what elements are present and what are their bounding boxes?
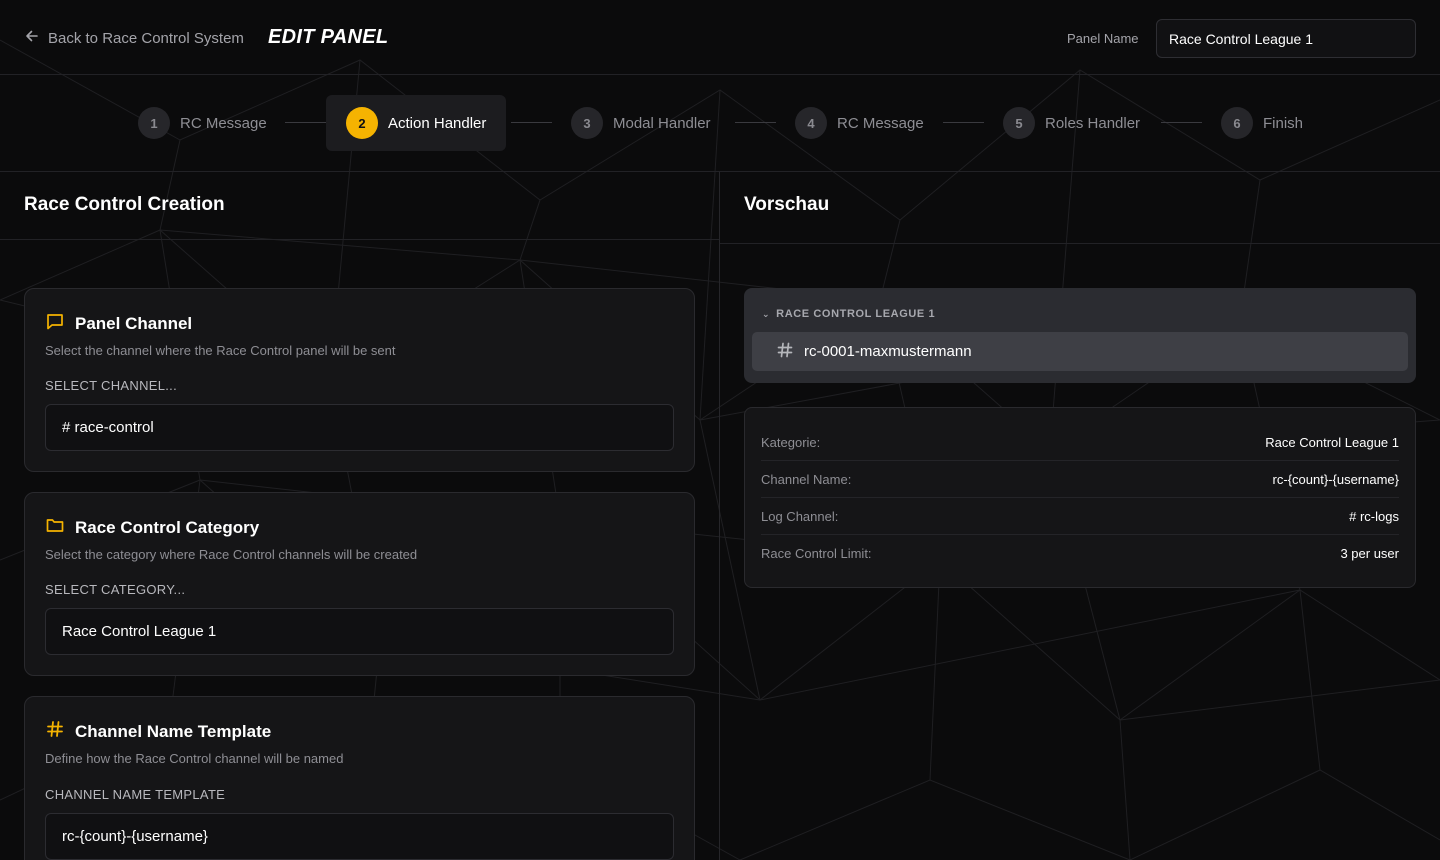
- preview-section-header: Vorschau: [720, 172, 1440, 244]
- step-number: 6: [1221, 107, 1253, 139]
- step-rc-message-1[interactable]: 1 RC Message: [138, 95, 267, 151]
- card-title: Panel Channel: [45, 311, 192, 336]
- step-label: RC Message: [180, 114, 267, 132]
- hash-icon: [776, 341, 794, 363]
- creation-heading: Race Control Creation: [24, 194, 225, 215]
- card-title: Channel Name Template: [45, 719, 271, 744]
- step-number: 1: [138, 107, 170, 139]
- field-label: SELECT CHANNEL...: [45, 378, 178, 393]
- step-label: RC Message: [837, 114, 924, 132]
- app-root: Back to Race Control System EDIT PANEL P…: [0, 0, 1440, 860]
- card-description: Select the category where Race Control c…: [45, 547, 418, 562]
- step-rc-message-2[interactable]: 4 RC Message: [795, 95, 924, 151]
- step-label: Finish: [1263, 114, 1304, 132]
- step-label: Roles Handler: [1045, 114, 1141, 132]
- preview-summary-card: Kategorie: Race Control League 1 Channel…: [744, 407, 1416, 588]
- preview-category-name: RACE CONTROL LEAGUE 1: [776, 308, 936, 320]
- step-connector: [1161, 122, 1202, 123]
- summary-row-log-channel: Log Channel: # rc-logs: [761, 498, 1399, 535]
- summary-key: Log Channel:: [761, 508, 839, 524]
- summary-row-limit: Race Control Limit: 3 per user: [761, 535, 1399, 572]
- chevron-down-icon: ⌄: [762, 308, 771, 319]
- step-label: Action Handler: [388, 114, 487, 132]
- step-number: 2: [346, 107, 378, 139]
- step-label: Modal Handler: [613, 114, 711, 132]
- step-number: 3: [571, 107, 603, 139]
- card-description: Select the channel where the Race Contro…: [45, 343, 396, 358]
- step-connector: [943, 122, 984, 123]
- summary-row-channel-name: Channel Name: rc-{count}-{username}: [761, 461, 1399, 498]
- step-number: 5: [1003, 107, 1035, 139]
- step-connector: [285, 122, 326, 123]
- card-title-text: Race Control Category: [75, 517, 260, 537]
- card-title-text: Channel Name Template: [75, 721, 272, 741]
- step-action-handler[interactable]: 2 Action Handler: [326, 95, 507, 151]
- creation-section-header: Race Control Creation: [0, 172, 719, 240]
- preview-category[interactable]: ⌄ RACE CONTROL LEAGUE 1: [762, 308, 935, 320]
- category-select[interactable]: Race Control League 1: [45, 608, 674, 655]
- summary-value: 3 per user: [1340, 546, 1399, 561]
- race-control-category-card: Race Control Category Select the categor…: [24, 492, 695, 676]
- preview-channel-name: rc-0001-maxmustermann: [804, 343, 972, 360]
- panel-name-input[interactable]: [1156, 19, 1416, 58]
- column-divider: [719, 172, 720, 860]
- field-label: SELECT CATEGORY...: [45, 582, 186, 597]
- back-link-label: Back to Race Control System: [48, 29, 244, 47]
- summary-key: Kategorie:: [761, 434, 821, 450]
- card-title: Race Control Category: [45, 515, 259, 540]
- preview-channel-item[interactable]: rc-0001-maxmustermann: [752, 332, 1408, 371]
- summary-key: Channel Name:: [761, 471, 852, 487]
- step-modal-handler[interactable]: 3 Modal Handler: [571, 95, 711, 151]
- card-title-text: Panel Channel: [75, 313, 193, 333]
- summary-value: # rc-logs: [1349, 508, 1399, 524]
- step-finish[interactable]: 6 Finish: [1221, 95, 1303, 151]
- summary-key: Race Control Limit:: [761, 546, 872, 561]
- panel-name-label: Panel Name: [1067, 31, 1139, 46]
- arrow-left-icon: [24, 28, 40, 48]
- channel-name-template-card: Channel Name Template Define how the Rac…: [24, 696, 695, 860]
- channel-select[interactable]: # race-control: [45, 404, 674, 451]
- channel-name-template-input[interactable]: rc-{count}-{username}: [45, 813, 674, 860]
- step-roles-handler[interactable]: 5 Roles Handler: [1003, 95, 1140, 151]
- summary-value: rc-{count}-{username}: [1272, 471, 1399, 487]
- back-link[interactable]: Back to Race Control System: [24, 28, 244, 48]
- card-description: Define how the Race Control channel will…: [45, 751, 344, 766]
- message-square-icon: [45, 311, 65, 336]
- hash-icon: [45, 719, 65, 744]
- step-connector: [735, 122, 776, 123]
- preview-heading: Vorschau: [744, 194, 830, 215]
- top-bar: Back to Race Control System EDIT PANEL P…: [0, 0, 1440, 75]
- field-label: CHANNEL NAME TEMPLATE: [45, 787, 226, 802]
- step-connector: [511, 122, 552, 123]
- discord-channel-preview: ⌄ RACE CONTROL LEAGUE 1 rc-0001-maxmuste…: [744, 288, 1416, 383]
- page-title: EDIT PANEL: [268, 26, 389, 48]
- folder-icon: [45, 515, 65, 540]
- wizard-stepper: 1 RC Message 2 Action Handler 3 Modal Ha…: [0, 75, 1440, 172]
- summary-row-category: Kategorie: Race Control League 1: [761, 424, 1399, 461]
- step-number: 4: [795, 107, 827, 139]
- panel-channel-card: Panel Channel Select the channel where t…: [24, 288, 695, 472]
- summary-value: Race Control League 1: [1265, 434, 1399, 450]
